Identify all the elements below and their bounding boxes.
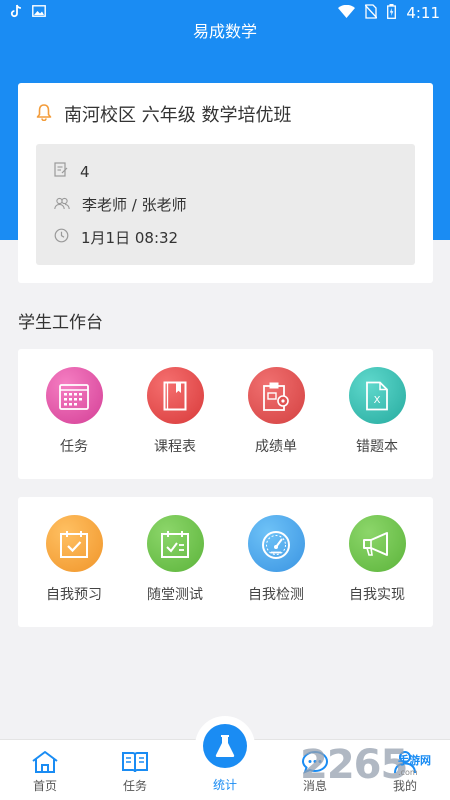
megaphone-icon	[348, 515, 406, 572]
grid-item-schedule[interactable]: 课程表	[123, 367, 227, 456]
watermark-suffix: .com	[398, 768, 418, 777]
excel-file-icon: X	[348, 367, 406, 424]
tab-label: 任务	[122, 779, 147, 793]
tab-tasks[interactable]: 任务	[90, 740, 180, 800]
teachers-icon	[54, 196, 70, 214]
tab-label: 首页	[32, 779, 57, 793]
tab-home[interactable]: 首页	[0, 740, 90, 800]
book-icon	[146, 367, 204, 424]
open-book-icon	[121, 748, 149, 776]
section-title: 学生工作台	[18, 313, 103, 333]
grid-label: 错题本	[356, 439, 398, 455]
clock-icon	[54, 228, 69, 247]
grid-label: 课程表	[154, 439, 196, 455]
calendar-icon	[45, 367, 103, 424]
tab-statistics-label: 统计	[212, 778, 237, 792]
grid-item-self-check[interactable]: 自我检测	[224, 515, 328, 604]
teachers-names: 李老师 / 张老师	[82, 196, 187, 214]
workspace-row-2: 自我预习 随堂测试 自我检测 自我实现	[18, 497, 433, 627]
calendar-check-icon	[45, 515, 103, 572]
class-info-box: 4 李老师 / 张老师 1月1日 08:32	[36, 144, 415, 265]
speedometer-icon	[247, 515, 305, 572]
grid-item-task[interactable]: 任务	[22, 367, 126, 456]
edit-note-icon	[54, 162, 68, 181]
tab-statistics[interactable]	[195, 716, 255, 776]
grid-label: 自我实现	[349, 587, 405, 603]
watermark: 2265 手游网 .com	[300, 742, 450, 797]
clipboard-icon	[247, 367, 305, 424]
student-count: 4	[80, 162, 90, 181]
home-icon	[31, 748, 59, 776]
grid-item-mistake-book[interactable]: X 错题本	[325, 367, 429, 456]
workspace-row-1: 任务 课程表 成绩单 X 错题本	[18, 349, 433, 479]
class-datetime: 1月1日 08:32	[81, 229, 179, 247]
grid-label: 任务	[60, 439, 88, 455]
grid-label: 自我检测	[248, 587, 304, 603]
flask-icon	[203, 724, 247, 768]
grid-label: 成绩单	[255, 439, 297, 455]
grid-item-class-test[interactable]: 随堂测试	[123, 515, 227, 604]
grid-item-self-preview[interactable]: 自我预习	[22, 515, 126, 604]
grid-item-self-realization[interactable]: 自我实现	[325, 515, 429, 604]
class-name: 南河校区 六年级 数学培优班	[64, 105, 292, 126]
grid-label: 自我预习	[46, 587, 102, 603]
bell-icon	[36, 103, 52, 125]
svg-text:X: X	[374, 395, 381, 406]
grid-label: 随堂测试	[147, 587, 203, 603]
class-card[interactable]: 南河校区 六年级 数学培优班 4 李老师 / 张老师 1月1日 08:32	[18, 83, 433, 283]
app-title: 易成数学	[192, 22, 257, 41]
grid-item-report-card[interactable]: 成绩单	[224, 367, 328, 456]
watermark-text: 手游网	[398, 754, 431, 767]
watermark-number: 2265	[300, 742, 408, 788]
calendar-test-icon	[146, 515, 204, 572]
